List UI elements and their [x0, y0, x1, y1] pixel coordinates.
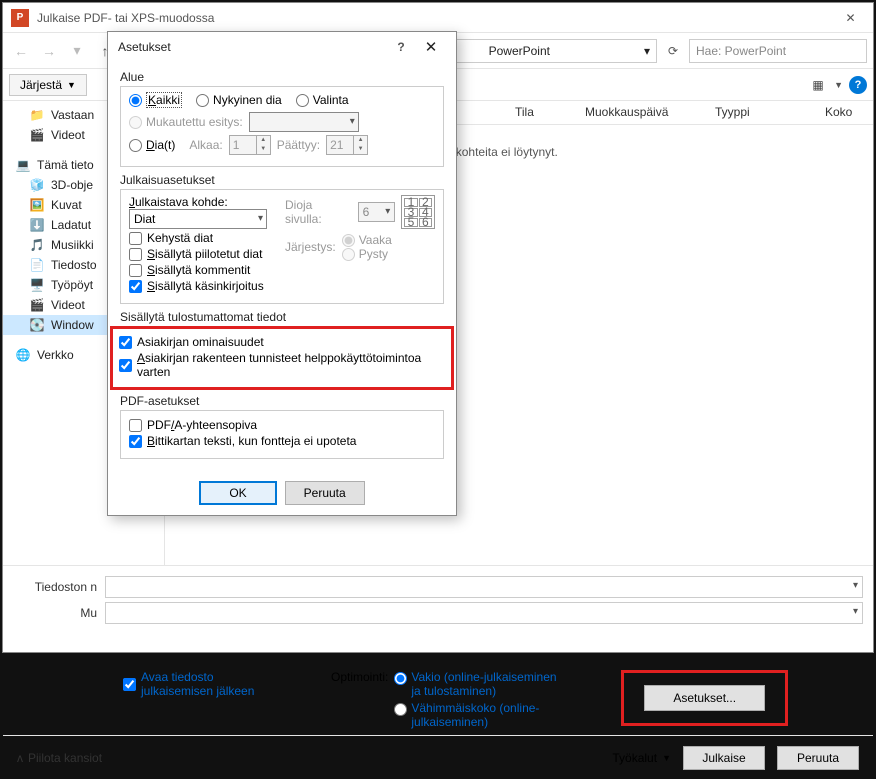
- filetype-select[interactable]: ▾: [105, 602, 863, 624]
- doc-props-checkbox[interactable]: Asiakirjan ominaisuudet: [119, 335, 445, 349]
- column-state[interactable]: Tila: [505, 101, 575, 124]
- open-after-checkbox[interactable]: Avaa tiedosto julkaisemisen jälkeen: [123, 670, 271, 698]
- picture-icon: 🖼️: [29, 199, 45, 211]
- network-icon: 🌐: [15, 349, 31, 361]
- chevron-down-icon[interactable]: ▾: [644, 44, 650, 58]
- drive-icon: 💽: [29, 319, 45, 331]
- chevron-down-icon[interactable]: ▾: [853, 580, 858, 591]
- per-page-label: Dioja sivulla:: [285, 198, 352, 226]
- dialog-cancel-button[interactable]: Peruuta: [285, 481, 365, 505]
- tools-button[interactable]: Työkalut▼: [612, 751, 671, 765]
- chevron-down-icon[interactable]: ▼: [834, 80, 843, 90]
- close-icon[interactable]: ✕: [416, 38, 446, 56]
- pc-icon: 💻: [15, 159, 31, 171]
- footer: ʌ Piilota kansiot Työkalut▼ Julkaise Per…: [3, 735, 873, 779]
- pdfa-checkbox[interactable]: PDF/A-yhteensopiva: [129, 418, 435, 432]
- chevron-down-icon[interactable]: ▾: [853, 606, 858, 617]
- cancel-button[interactable]: Peruuta: [777, 746, 859, 770]
- order-vert-radio: Pysty: [342, 247, 392, 261]
- doc-tags-checkbox[interactable]: Asiakirjan rakenteen tunnisteet helppokä…: [119, 351, 445, 379]
- publish-button[interactable]: Julkaise: [683, 746, 765, 770]
- settings-button[interactable]: Asetukset...: [644, 685, 765, 711]
- to-spinner: 21▲▼: [326, 135, 368, 155]
- search-input[interactable]: Hae: PowerPoint: [689, 39, 867, 63]
- chevron-up-icon: ʌ: [17, 751, 23, 765]
- range-selection-radio[interactable]: Valinta: [296, 93, 349, 107]
- close-icon[interactable]: ✕: [828, 3, 873, 33]
- column-modified[interactable]: Muokkauspäivä: [575, 101, 705, 124]
- hide-folders-button[interactable]: ʌ Piilota kansiot: [17, 751, 102, 765]
- ink-checkbox[interactable]: Sisällytä käsinkirjoitus: [129, 279, 267, 293]
- help-icon[interactable]: ?: [386, 40, 416, 54]
- what-select[interactable]: Diat▾: [129, 209, 267, 229]
- filename-input[interactable]: ▾: [105, 576, 863, 598]
- back-icon[interactable]: ←: [9, 39, 33, 63]
- organize-button[interactable]: Järjestä▼: [9, 74, 87, 96]
- nonprint-highlight: Asiakirjan ominaisuudet Asiakirjan raken…: [110, 326, 454, 390]
- ok-button[interactable]: OK: [199, 481, 276, 505]
- document-icon: 📄: [29, 259, 45, 271]
- range-all-radio[interactable]: Kaikki: [129, 92, 182, 108]
- hidden-checkbox[interactable]: Sisällytä piilotetut diat: [129, 247, 267, 261]
- publish-window: P Julkaise PDF- tai XPS-muodossa ✕ ← → ▾…: [2, 2, 874, 653]
- from-label: Alkaa:: [189, 138, 222, 152]
- handout-preview-icon: 123456: [401, 195, 435, 229]
- comments-checkbox[interactable]: Sisällytä kommentit: [129, 263, 267, 277]
- refresh-icon[interactable]: ⟳: [661, 39, 685, 63]
- bottom-panel: Tiedoston n ▾ Mu ▾ Avaa tiedosto julkais…: [3, 565, 873, 735]
- range-current-radio[interactable]: Nykyinen dia: [196, 93, 282, 107]
- optimize-label: Optimointi:: [331, 670, 388, 684]
- filetype-label: Mu: [13, 606, 105, 620]
- app-icon: P: [11, 9, 29, 27]
- range-slides-radio[interactable]: Dia(t): [129, 138, 175, 152]
- column-type[interactable]: Tyyppi: [705, 101, 815, 124]
- forward-icon[interactable]: →: [37, 39, 61, 63]
- cube-icon: 🧊: [29, 179, 45, 191]
- dialog-titlebar: Asetukset ? ✕: [108, 32, 456, 62]
- publish-group-label: Julkaisuasetukset: [120, 173, 444, 187]
- help-icon[interactable]: ?: [849, 76, 867, 94]
- chevron-down-icon: ▼: [662, 753, 671, 763]
- custom-show-select: ▾: [249, 112, 359, 132]
- pdf-group-label: PDF-asetukset: [120, 394, 444, 408]
- range-group-label: Alue: [120, 70, 444, 84]
- download-icon: ⬇️: [29, 219, 45, 231]
- history-icon[interactable]: ▾: [65, 39, 89, 63]
- per-page-select: 6▾: [358, 202, 396, 222]
- breadcrumb-segment[interactable]: PowerPoint: [489, 44, 550, 58]
- view-mode-icon[interactable]: ▦: [808, 75, 828, 95]
- desktop-icon: 🖥️: [29, 279, 45, 291]
- order-horiz-radio: Vaaka: [342, 233, 392, 247]
- options-dialog: Asetukset ? ✕ Alue Kaikki Nykyinen dia V…: [107, 31, 457, 516]
- open-after-label: Avaa tiedosto julkaisemisen jälkeen: [141, 670, 271, 698]
- video-icon: 🎬: [29, 299, 45, 311]
- from-spinner: 1▲▼: [229, 135, 271, 155]
- optimize-minimum-radio[interactable]: Vähimmäiskoko (online-julkaiseminen): [394, 701, 561, 729]
- folder-icon: 📁: [29, 109, 45, 121]
- column-size[interactable]: Koko: [815, 101, 862, 124]
- order-label: Järjestys:: [285, 240, 336, 254]
- settings-highlight: Asetukset...: [621, 670, 788, 726]
- bitmap-checkbox[interactable]: Bittikartan teksti, kun fontteja ei upot…: [129, 434, 435, 448]
- to-label: Päättyy:: [277, 138, 320, 152]
- filename-label: Tiedoston n: [13, 580, 105, 594]
- music-icon: 🎵: [29, 239, 45, 251]
- frame-checkbox[interactable]: Kehystä diat: [129, 231, 267, 245]
- window-title: Julkaise PDF- tai XPS-muodossa: [37, 11, 828, 25]
- video-icon: 🎬: [29, 129, 45, 141]
- nonprint-group-label: Sisällytä tulostumattomat tiedot: [120, 310, 444, 324]
- dialog-title: Asetukset: [118, 40, 386, 54]
- chevron-down-icon: ▼: [67, 80, 76, 90]
- range-custom-radio: Mukautettu esitys:: [129, 115, 243, 129]
- titlebar: P Julkaise PDF- tai XPS-muodossa ✕: [3, 3, 873, 33]
- what-label: Julkaistava kohde:: [129, 195, 267, 209]
- optimize-standard-radio[interactable]: Vakio (online-julkaiseminen ja tulostami…: [394, 670, 561, 698]
